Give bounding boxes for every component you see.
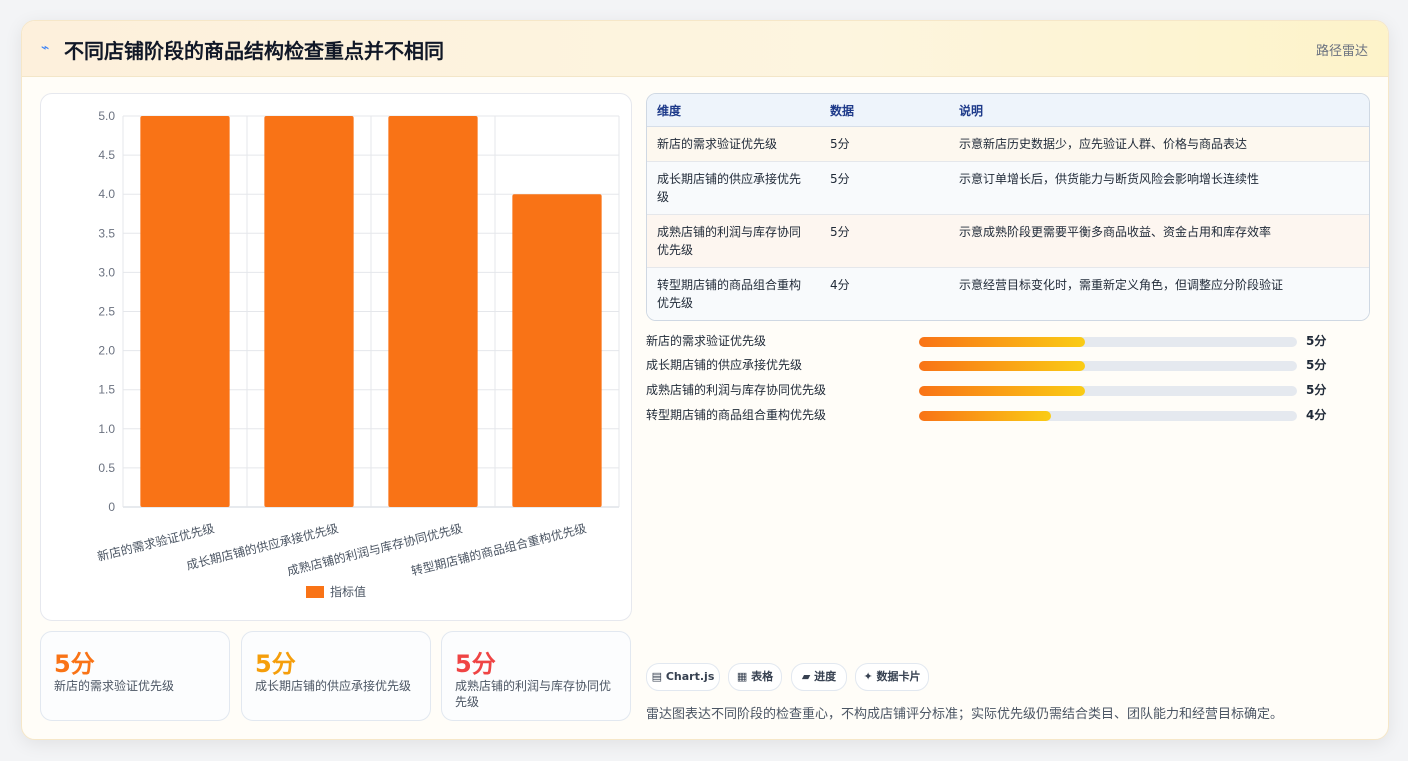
cell-note: 示意成熟阶段更需要平衡多商品收益、资金占用和库存效率 (949, 214, 1369, 268)
table-row: 转型期店铺的商品组合重构优先级 4分 示意经营目标变化时，需重新定义角色，但调整… (647, 267, 1369, 320)
legend-label: 指标值 (330, 584, 366, 599)
stat-label-3: 成熟店铺的利润与库存协同优先级 (455, 679, 612, 709)
footnote: 雷达图表达不同阶段的检查重心，不构成店铺评分标准；实际优先级仍需结合类目、团队能… (646, 707, 1284, 722)
bar (388, 116, 478, 507)
legend-swatch (306, 586, 324, 598)
progress-track (919, 411, 1297, 421)
stat-label-1: 新店的需求验证优先级 (54, 679, 175, 693)
y-tick-label: 2.0 (98, 344, 115, 358)
header-tag: 路径雷达 (1315, 44, 1368, 59)
progress-fill (919, 386, 1086, 396)
y-tick-label: 3.0 (98, 265, 115, 279)
cell-note: 示意新店历史数据少，应先验证人群、价格与商品表达 (949, 126, 1369, 162)
card-header: ⌁ 不同店铺阶段的商品结构检查重点并不相同 路径雷达 (22, 21, 1388, 77)
bar (512, 194, 602, 507)
chip-data-card[interactable]: ✦ 数据卡片 (855, 663, 929, 691)
progress-value: 4分 (1306, 408, 1327, 422)
sparkle-icon: ✦ (863, 670, 873, 683)
y-tick-label: 2.5 (98, 305, 115, 319)
progress-value: 5分 (1306, 358, 1327, 372)
column-header-dimension: 维度 (647, 94, 820, 127)
y-tick-label: 1.0 (98, 422, 115, 436)
stat-card-3: 5分 成熟店铺的利润与库存协同优先级 (441, 631, 631, 721)
cell-dimension: 新店的需求验证优先级 (647, 126, 820, 162)
progress-row: 新店的需求验证优先级 5分 (646, 332, 1346, 350)
cell-data: 4分 (820, 267, 949, 320)
page-title: 不同店铺阶段的商品结构检查重点并不相同 (64, 39, 444, 63)
progress-label: 成熟店铺的利润与库存协同优先级 (646, 383, 827, 397)
y-tick-label: 5.0 (98, 109, 115, 123)
column-header-data: 数据 (820, 94, 949, 127)
cell-dimension: 成长期店铺的供应承接优先级 (647, 161, 820, 215)
chart-icon: ▤ (651, 670, 663, 683)
cell-dimension: 转型期店铺的商品组合重构优先级 (647, 267, 820, 320)
progress-icon: ▰ (801, 670, 811, 683)
cell-data: 5分 (820, 214, 949, 268)
chip-label: 进度 (814, 670, 837, 683)
progress-track (919, 386, 1297, 396)
progress-value: 5分 (1306, 383, 1327, 397)
chip-label: 数据卡片 (876, 670, 921, 683)
bar-chart-panel: 0 0.5 1.0 1.5 2.0 2.5 3.0 3.5 4.0 4.5 5.0 新店的需求验证优先… (40, 93, 632, 621)
progress-label: 新店的需求验证优先级 (646, 334, 767, 348)
chip-label: 表格 (751, 670, 774, 683)
table-row: 成长期店铺的供应承接优先级 5分 示意订单增长后，供货能力与断货风险会影响增长连… (647, 161, 1369, 215)
cell-data: 5分 (820, 161, 949, 215)
bar (264, 116, 354, 507)
sparkle-icon: ⌁ (41, 40, 50, 56)
progress-row: 成熟店铺的利润与库存协同优先级 5分 (646, 381, 1346, 399)
cell-note: 示意订单增长后，供货能力与断货风险会影响增长连续性 (949, 161, 1369, 215)
cell-data: 5分 (820, 126, 949, 162)
progress-track (919, 361, 1297, 371)
y-tick-label: 1.5 (98, 383, 115, 397)
stat-label-2: 成长期店铺的供应承接优先级 (255, 679, 412, 693)
y-tick-label: 0.5 (98, 461, 115, 475)
stat-value-1: 5分 (54, 650, 95, 678)
stat-card-1: 5分 新店的需求验证优先级 (40, 631, 230, 721)
table-row: 成熟店铺的利润与库存协同优先级 5分 示意成熟阶段更需要平衡多商品收益、资金占用… (647, 214, 1369, 268)
chip-label: Chart.js (665, 670, 715, 683)
y-tick-label: 3.5 (98, 226, 115, 240)
progress-row: 转型期店铺的商品组合重构优先级 4分 (646, 406, 1346, 424)
y-tick-label: 4.5 (98, 148, 115, 162)
y-tick-label: 4.0 (98, 187, 115, 201)
main-card: ⌁ 不同店铺阶段的商品结构检查重点并不相同 路径雷达 0 0.5 1.0 1.5 2.0… (21, 20, 1389, 740)
chip-progress[interactable]: ▰ 进度 (791, 663, 847, 691)
bar-chart: 00.51.01.52.02.53.03.54.04.55.0新店的需求验证优先… (96, 109, 620, 599)
bar (140, 116, 230, 507)
column-header-note: 说明 (949, 94, 1369, 127)
table-header-row: 维度 数据 说明 (647, 94, 1369, 127)
table-row: 新店的需求验证优先级 5分 示意新店历史数据少，应先验证人群、价格与商品表达 (647, 126, 1369, 162)
stat-value-2: 5分 (255, 650, 296, 678)
progress-label: 成长期店铺的供应承接优先级 (646, 358, 803, 372)
progress-track (919, 337, 1297, 347)
progress-label: 转型期店铺的商品组合重构优先级 (646, 408, 827, 422)
y-tick-label: 0 (108, 500, 115, 514)
table-icon: ▦ (736, 670, 748, 683)
cell-note: 示意经营目标变化时，需重新定义角色，但调整应分阶段验证 (949, 267, 1369, 320)
stat-value-3: 5分 (455, 650, 496, 678)
progress-row: 成长期店铺的供应承接优先级 5分 (646, 356, 1346, 374)
progress-fill (919, 337, 1086, 347)
stat-card-2: 5分 成长期店铺的供应承接优先级 (241, 631, 431, 721)
progress-value: 5分 (1306, 334, 1327, 348)
chip-chartjs[interactable]: ▤ Chart.js (646, 663, 720, 691)
progress-fill (919, 361, 1086, 371)
chip-table[interactable]: ▦ 表格 (728, 663, 782, 691)
data-table: 维度 数据 说明 新店的需求验证优先级 5分 示意新店历史数据少，应先验证人群、… (646, 93, 1370, 321)
progress-fill (919, 411, 1052, 421)
cell-dimension: 成熟店铺的利润与库存协同优先级 (647, 214, 820, 268)
